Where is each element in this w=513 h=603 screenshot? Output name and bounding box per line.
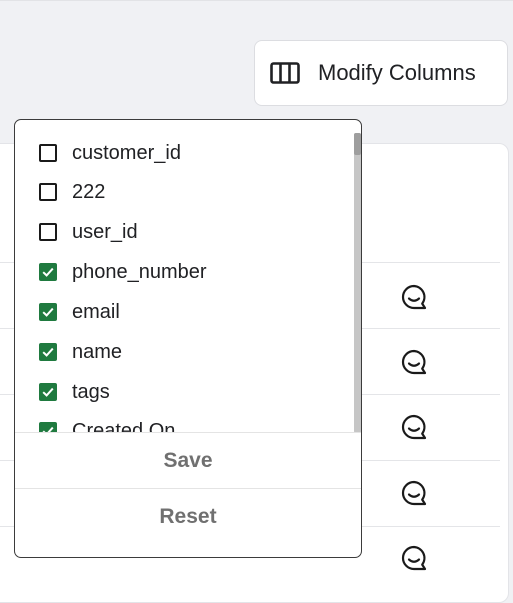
modify-columns-button[interactable]: Modify Columns: [254, 40, 508, 106]
column-option-label: email: [72, 300, 120, 323]
checkbox-checked[interactable]: [39, 263, 57, 281]
column-option-label: 222: [72, 180, 106, 203]
column-option-label: customer_id: [72, 141, 181, 164]
column-options-list[interactable]: customer_id 222 user_id phone_number ema…: [15, 120, 361, 432]
chat-bubble-icon[interactable]: [399, 543, 429, 573]
chat-bubble-icon[interactable]: [399, 347, 429, 377]
checkbox[interactable]: [39, 183, 57, 201]
reset-button[interactable]: Reset: [15, 489, 361, 544]
column-option-label: name: [72, 340, 123, 363]
check-icon: [42, 267, 54, 277]
column-option-tags[interactable]: tags: [15, 372, 355, 412]
column-option-label: phone_number: [72, 260, 207, 283]
checkbox[interactable]: [39, 223, 57, 241]
column-option-label: user_id: [72, 220, 138, 243]
column-option-user-id[interactable]: user_id: [15, 212, 355, 252]
top-edge: [0, 0, 513, 5]
check-icon: [42, 307, 54, 317]
scrollbar-thumb-top[interactable]: [354, 133, 361, 155]
chat-bubble-icon[interactable]: [399, 282, 429, 312]
column-option-created-on[interactable]: Created On: [15, 411, 355, 432]
checkbox[interactable]: [39, 144, 57, 162]
column-option-label: Created On: [72, 419, 176, 433]
column-option-phone-number[interactable]: phone_number: [15, 252, 355, 292]
column-option-222[interactable]: 222: [15, 172, 355, 212]
scrollbar-thumb[interactable]: [354, 133, 361, 432]
check-icon: [42, 426, 54, 432]
check-icon: [42, 387, 54, 397]
checkbox-checked[interactable]: [39, 422, 57, 432]
chat-bubble-icon[interactable]: [399, 412, 429, 442]
column-option-customer-id[interactable]: customer_id: [15, 133, 355, 173]
save-button[interactable]: Save: [15, 433, 361, 488]
column-picker-dropdown: customer_id 222 user_id phone_number ema…: [14, 119, 362, 558]
checkbox-checked[interactable]: [39, 303, 57, 321]
check-icon: [42, 347, 54, 357]
columns-icon: [270, 61, 302, 85]
chat-bubble-icon[interactable]: [399, 478, 429, 508]
column-option-label: tags: [72, 380, 110, 403]
checkbox-checked[interactable]: [39, 383, 57, 401]
modify-columns-label: Modify Columns: [318, 60, 476, 85]
column-option-name[interactable]: name: [15, 332, 355, 372]
checkbox-checked[interactable]: [39, 343, 57, 361]
column-option-email[interactable]: email: [15, 292, 355, 332]
